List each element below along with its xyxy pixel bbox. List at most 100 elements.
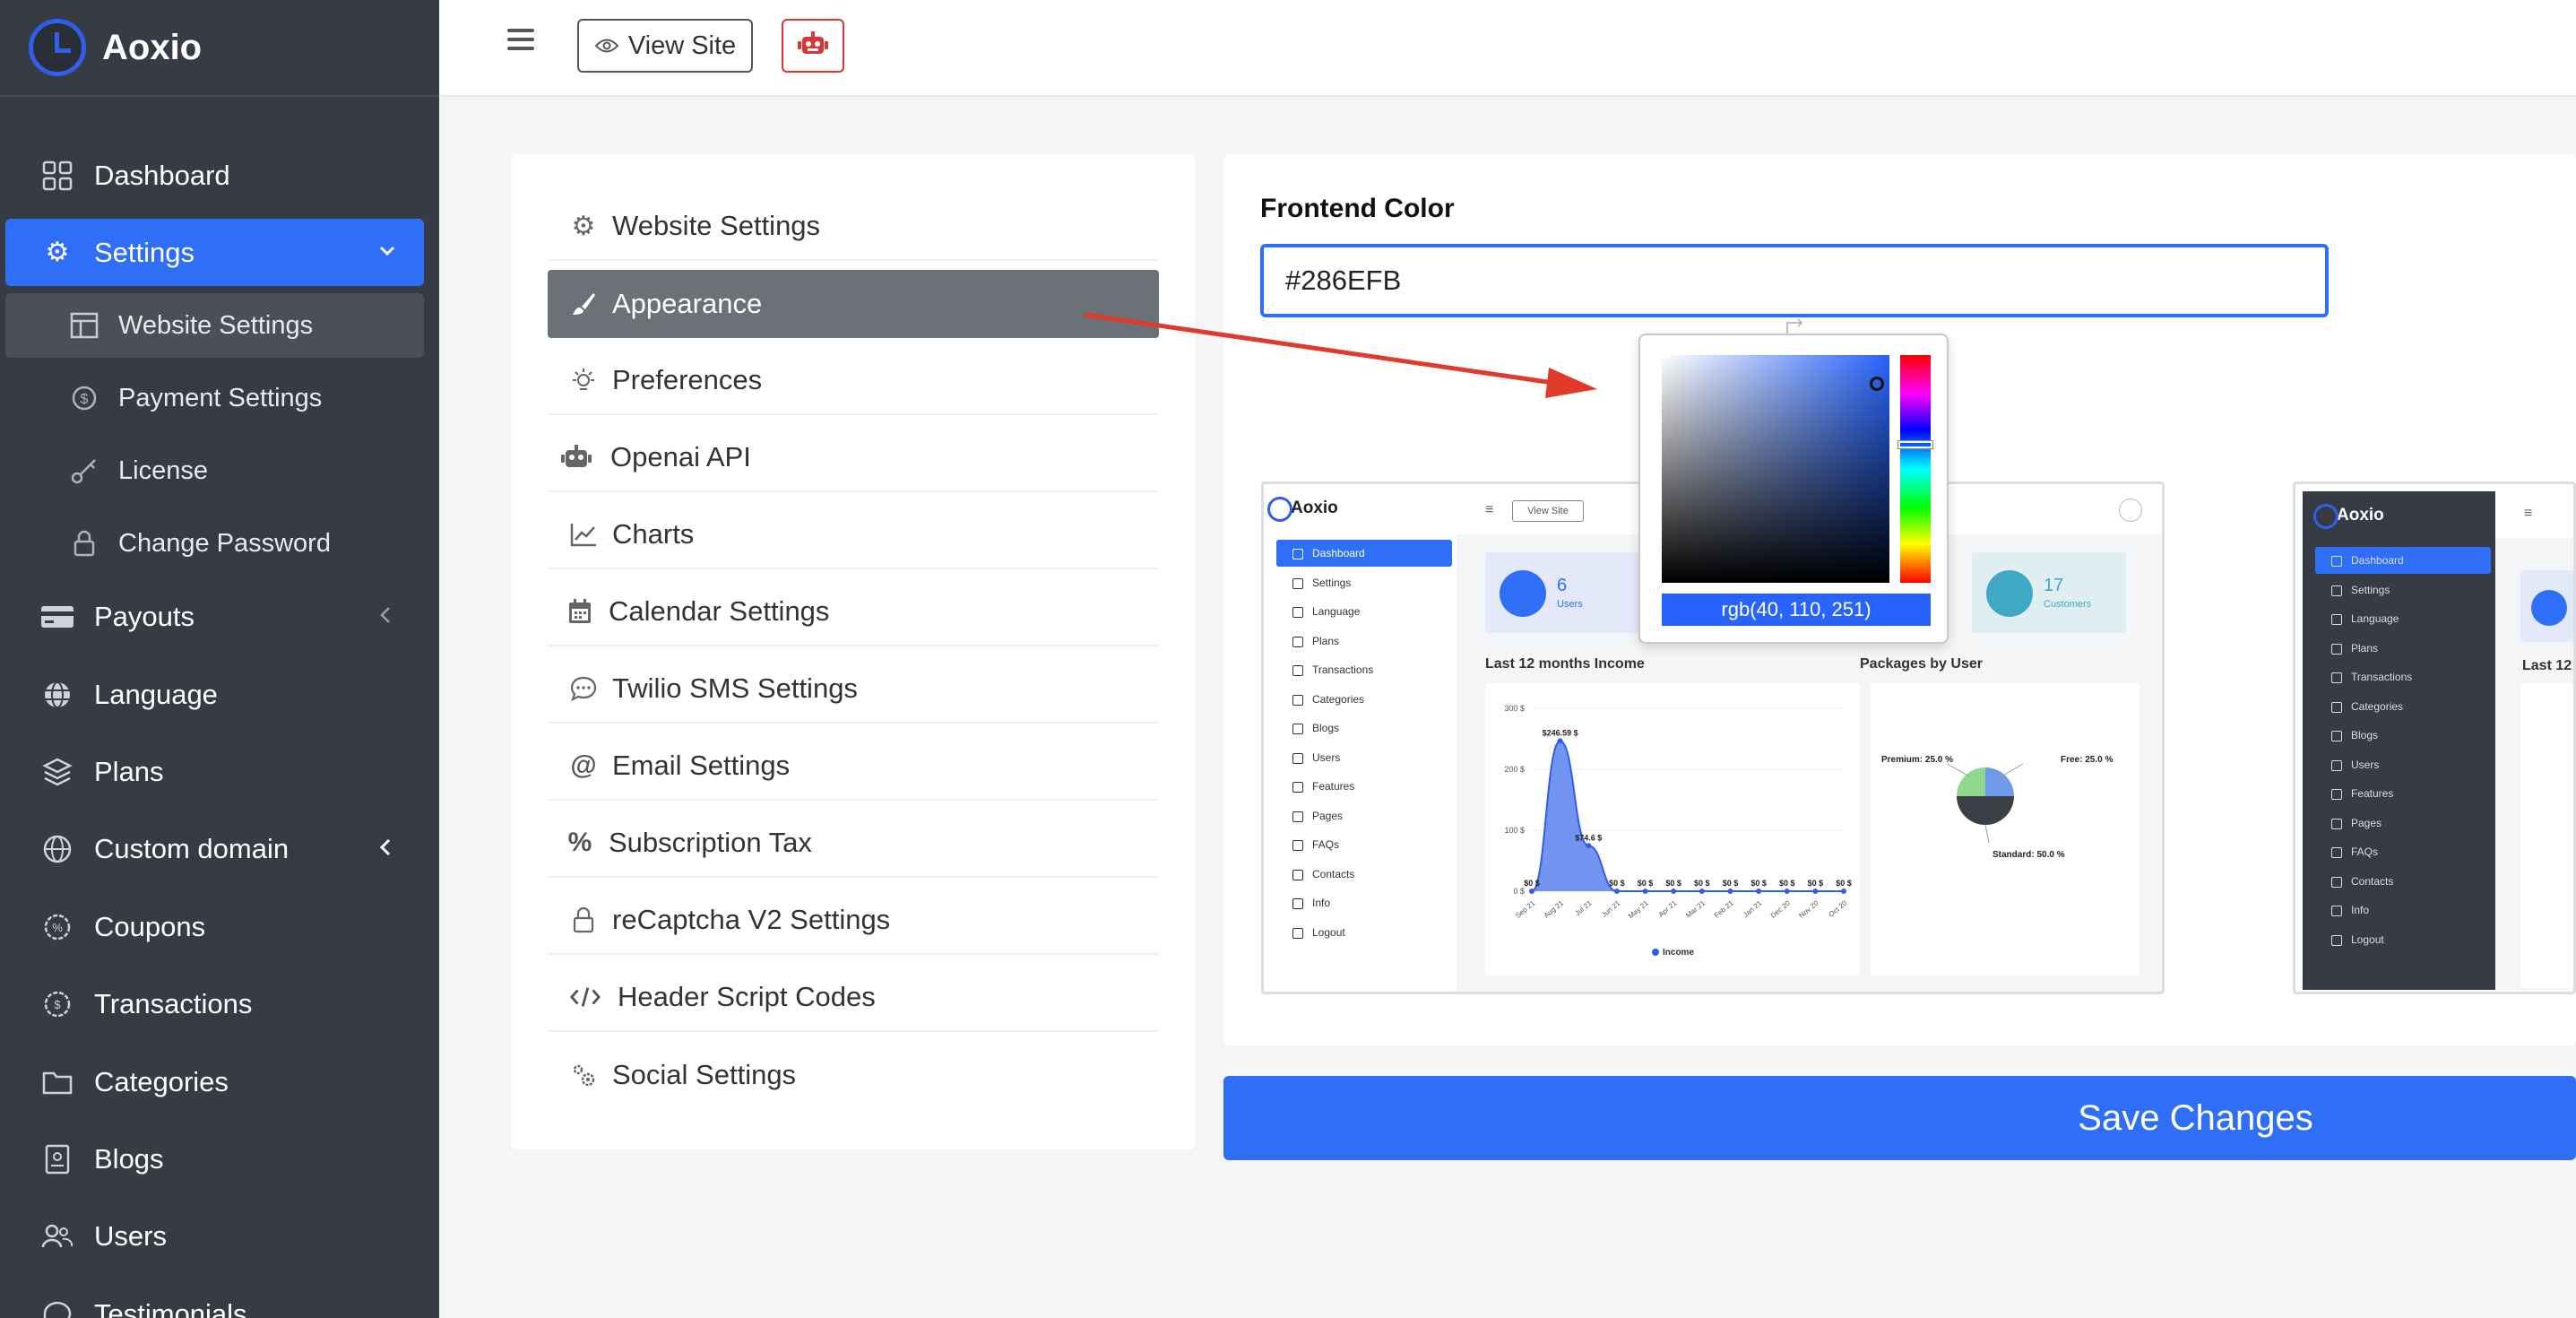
settings-menu-subscription-tax[interactable]: % Subscription Tax <box>548 810 1159 878</box>
sidebar-item-label: Users <box>94 1220 167 1252</box>
settings-menu-appearance[interactable]: Appearance <box>548 270 1159 338</box>
settings-menu-charts[interactable]: Charts <box>548 501 1159 569</box>
frontend-color-input[interactable] <box>1260 244 2329 317</box>
line-chart-icon <box>567 518 600 551</box>
sidebar-item-testimonials[interactable]: Testimonials <box>0 1289 439 1318</box>
x-tick-label: Oct 20 <box>1827 898 1848 918</box>
settings-menu-social-settings[interactable]: Social Settings <box>548 1041 1159 1109</box>
y-tick-label: 100 $ <box>1504 826 1525 835</box>
sidebar-item-custom-domain[interactable]: Custom domain <box>0 824 439 874</box>
x-tick-label: Dec 20 <box>1769 898 1793 920</box>
preview-nav-item: Blogs <box>1276 715 1452 741</box>
message-icon <box>567 672 600 705</box>
settings-menu-openai-api[interactable]: Openai API <box>548 424 1159 492</box>
preview-nav-item: Users <box>1276 744 1452 771</box>
preview-nav-item: Categories <box>2315 693 2491 720</box>
x-tick-label: Sep 21 <box>1514 898 1537 920</box>
sidebar-item-blogs[interactable]: Blogs <box>0 1134 439 1184</box>
income-data-label: $0 $ <box>1723 879 1739 888</box>
rgb-value-display: rgb(40, 110, 251) <box>1662 594 1931 626</box>
saturation-value-area[interactable] <box>1662 355 1889 583</box>
preview-stat-customers: 17 Customers <box>1972 552 2126 633</box>
view-site-button[interactable]: View Site <box>577 19 753 73</box>
settings-menu-label: Subscription Tax <box>609 827 812 858</box>
legend-label: Income <box>1663 948 1694 958</box>
color-picker-popup[interactable]: rgb(40, 110, 251) <box>1638 334 1949 644</box>
preview-nav-item: Transactions <box>2315 663 2491 690</box>
income-point <box>1557 738 1563 744</box>
settings-menu-recaptcha[interactable]: reCaptcha V2 Settings <box>548 887 1159 955</box>
income-point <box>1642 889 1648 894</box>
preview-nav-item: Plans <box>1276 628 1452 655</box>
sidebar-item-coupons[interactable]: % Coupons <box>0 902 439 952</box>
sidebar-item-users[interactable]: Users <box>0 1211 439 1262</box>
save-changes-button[interactable]: Save Changes <box>1223 1076 2576 1160</box>
settings-menu-label: Appearance <box>612 288 763 319</box>
sidebar-item-label: Language <box>94 679 218 710</box>
color-cursor[interactable] <box>1870 377 1884 391</box>
settings-menu-label: Twilio SMS Settings <box>612 672 858 704</box>
settings-menu-email-settings[interactable]: @ Email Settings <box>548 733 1159 801</box>
settings-menu-twilio-sms[interactable]: Twilio SMS Settings <box>548 655 1159 724</box>
settings-menu-preferences[interactable]: Preferences <box>548 347 1159 415</box>
income-data-label: $0 $ <box>1524 879 1540 888</box>
preview-nav-item: Pages <box>2315 810 2491 837</box>
ai-robot-button[interactable] <box>782 19 844 73</box>
theme-preview-dark[interactable]: Aoxio Dashboard Settings Language Plans Tran… <box>2293 481 2576 994</box>
settings-menu-calendar-settings[interactable]: Calendar Settings <box>548 578 1159 646</box>
preview-nav-item: Users <box>2315 751 2491 778</box>
sidebar-item-transactions[interactable]: $ Transactions <box>0 979 439 1029</box>
sidebar-sub-payment-settings[interactable]: $ Payment Settings <box>5 366 424 430</box>
income-point <box>1784 889 1790 894</box>
preview-nav-item: Contacts <box>2315 868 2491 895</box>
preview-nav-item: Dashboard <box>2315 547 2491 574</box>
preview-nav-item: Logout <box>2315 926 2491 953</box>
x-tick-label: Apr 21 <box>1657 898 1679 918</box>
sidebar-item-label: Custom domain <box>94 833 290 864</box>
sidebar-item-language[interactable]: Language <box>0 670 439 720</box>
settings-menu-header-script-codes[interactable]: Header Script Codes <box>548 964 1159 1032</box>
sidebar-item-label: Payouts <box>94 601 195 632</box>
gear-icon: ⚙ <box>45 238 70 267</box>
preview-nav-item: Logout <box>1276 919 1452 946</box>
sidebar-item-plans[interactable]: Plans <box>0 747 439 797</box>
coupon-icon: % <box>39 909 75 945</box>
y-tick-label: 200 $ <box>1504 765 1525 774</box>
packages-pie-chart: Premium: 25.0 % Free: 25.0 % Standard: 5… <box>1881 755 2113 860</box>
income-data-label: $0 $ <box>1638 879 1654 888</box>
sidebar-item-payouts[interactable]: Payouts <box>0 592 439 642</box>
preview-nav-item: Plans <box>2315 635 2491 662</box>
sidebar-item-label: Transactions <box>94 988 253 1019</box>
svg-text:$: $ <box>54 998 61 1011</box>
settings-menu-website-settings[interactable]: ⚙ Website Settings <box>548 193 1159 261</box>
save-changes-label: Save Changes <box>2078 1097 2313 1138</box>
preview-packages-title: Packages by User <box>1860 656 1983 672</box>
app-logo[interactable]: Aoxio <box>0 0 439 97</box>
hue-slider[interactable] <box>1900 355 1931 583</box>
sidebar-item-dashboard[interactable]: Dashboard <box>0 151 439 201</box>
svg-text:%: % <box>52 921 63 934</box>
preview-sidebar-dark: Aoxio Dashboard Settings Language Plans Tran… <box>2303 491 2495 990</box>
income-point <box>1613 889 1620 894</box>
income-data-label: $246.59 $ <box>1543 728 1578 737</box>
preview-nav-item: Info <box>2315 897 2491 923</box>
sidebar-item-settings[interactable]: ⚙ Settings <box>5 219 424 286</box>
hamburger-menu-icon[interactable] <box>507 29 534 52</box>
svg-text:$: $ <box>81 392 89 407</box>
income-point <box>1756 889 1762 894</box>
settings-menu-label: Charts <box>612 518 695 550</box>
pie-label-standard: Standard: 50.0 % <box>1993 850 2065 860</box>
x-tick-label: Jul 21 <box>1573 898 1594 917</box>
sidebar-sub-change-password[interactable]: Change Password <box>5 511 424 576</box>
pie-label-premium: Premium: 25.0 % <box>1881 755 1953 765</box>
sidebar-sub-license[interactable]: License <box>5 438 424 503</box>
chevron-left-icon <box>376 602 394 632</box>
settings-menu-label: Preferences <box>612 364 763 395</box>
preview-income-title: Last 12 months Income <box>1485 656 1645 672</box>
sidebar-item-categories[interactable]: Categories <box>0 1057 439 1107</box>
table-icon <box>68 309 100 342</box>
hue-slider-handle[interactable] <box>1897 440 1933 449</box>
sidebar-sub-website-settings[interactable]: Website Settings <box>5 293 424 358</box>
preview-nav-item: Language <box>1276 598 1452 625</box>
sidebar-item-label: Testimonials <box>94 1298 247 1318</box>
